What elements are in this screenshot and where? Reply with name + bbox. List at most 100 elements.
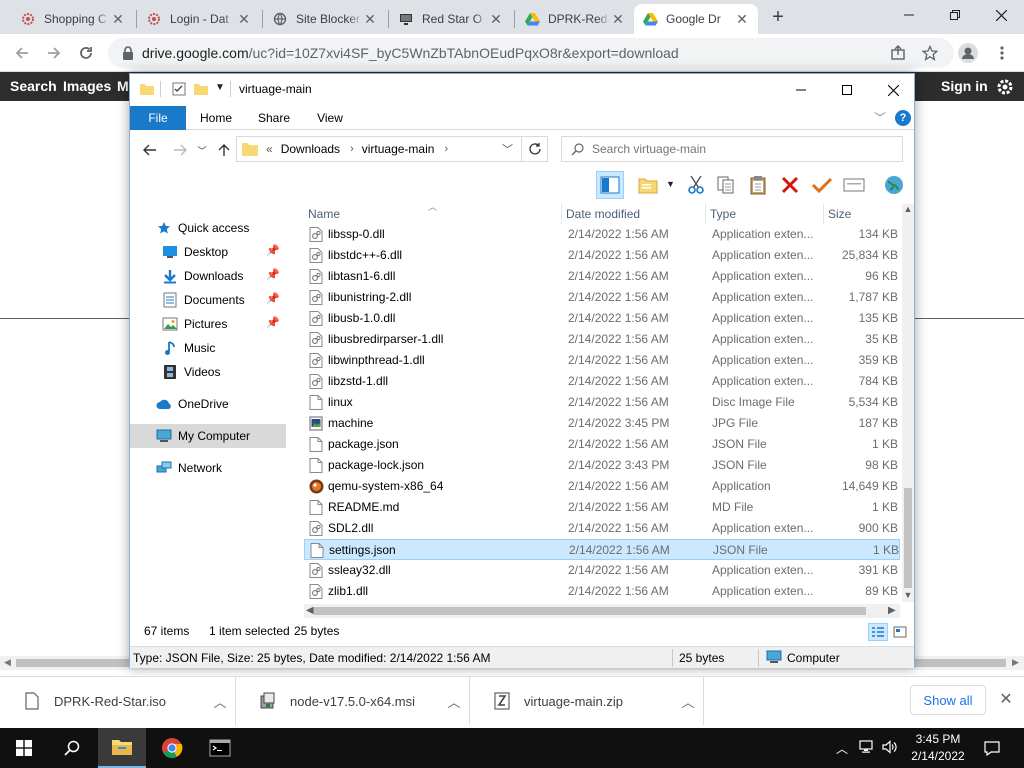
browser-tab-site-blocker[interactable]: Site Blocker ✕ (264, 4, 386, 34)
google-nav-more[interactable]: M (117, 72, 129, 101)
back-button[interactable] (8, 39, 36, 67)
column-date-modified[interactable]: Date modified (562, 204, 706, 224)
close-tab-icon[interactable]: ✕ (236, 11, 252, 28)
explorer-close-button[interactable] (870, 74, 916, 106)
properties-icon[interactable] (172, 82, 186, 96)
column-size[interactable]: Size (824, 204, 900, 224)
nav-quick-access[interactable]: Quick access (130, 216, 286, 240)
nav-network[interactable]: Network (130, 456, 286, 480)
new-folder-icon[interactable] (194, 82, 208, 96)
show-all-downloads-button[interactable]: Show all (910, 685, 986, 715)
chevron-up-icon[interactable]: ︿ (439, 692, 469, 711)
bookmark-star-icon[interactable] (916, 39, 944, 67)
file-row[interactable]: libusb-1.0.dll 2/14/2022 1:56 AM Applicati… (304, 308, 900, 329)
lock-icon[interactable] (120, 46, 136, 60)
browser-tab-login[interactable]: Login - Dat ✕ (138, 4, 260, 34)
rename-field-icon[interactable] (840, 171, 868, 199)
explorer-back-button[interactable] (140, 140, 160, 160)
refresh-button[interactable] (522, 136, 548, 162)
nav-desktop[interactable]: Desktop 📌 (130, 240, 286, 264)
file-row[interactable]: package.json 2/14/2022 1:56 AM JSON File 1 … (304, 434, 900, 455)
column-type[interactable]: Type (706, 204, 824, 224)
pin-icon[interactable]: 📌 (266, 292, 280, 305)
volume-icon[interactable] (882, 739, 898, 757)
taskbar-clock[interactable]: 3:45 PM 2/14/2022 (900, 731, 976, 765)
taskbar-search-icon[interactable] (48, 728, 96, 768)
delete-icon[interactable] (776, 171, 804, 199)
chevron-up-icon[interactable]: ︿ (836, 740, 848, 757)
taskbar-terminal-icon[interactable] (196, 728, 244, 768)
ribbon-tab-view[interactable]: View (306, 106, 354, 130)
close-download-shelf-icon[interactable]: ✕ (996, 689, 1016, 711)
nav-my-computer[interactable]: My Computer (130, 424, 286, 448)
properties-globe-icon[interactable] (880, 171, 908, 199)
chevron-right-icon[interactable]: › (444, 143, 448, 155)
breadcrumb-virtuage-main[interactable]: virtuage-main (362, 142, 435, 156)
ribbon-tab-home[interactable]: Home (192, 106, 240, 130)
explorer-forward-button[interactable] (170, 140, 190, 160)
explorer-minimize-button[interactable] (778, 74, 824, 106)
download-item-msi[interactable]: node-v17.5.0-x64.msi ︿ (236, 677, 470, 725)
close-tab-icon[interactable]: ✕ (362, 11, 378, 28)
browser-tab-google-drive[interactable]: Google Dr ✕ (634, 4, 758, 34)
search-input[interactable] (592, 142, 892, 156)
close-tab-icon[interactable]: ✕ (734, 11, 750, 28)
new-folder-dropdown-icon[interactable]: ▼ (666, 179, 675, 189)
close-tab-icon[interactable]: ✕ (110, 11, 126, 28)
file-row[interactable]: libssp-0.dll 2/14/2022 1:56 AM Application… (304, 224, 900, 245)
file-row[interactable]: SDL2.dll 2/14/2022 1:56 AM Application ext… (304, 518, 900, 539)
new-tab-button[interactable]: + (768, 6, 788, 28)
scroll-right-icon[interactable]: ▶ (888, 604, 896, 618)
browser-tab-shopping[interactable]: Shopping C ✕ (12, 4, 134, 34)
notifications-icon[interactable] (968, 728, 1016, 768)
profile-avatar[interactable] (954, 39, 982, 67)
browser-tab-red-star[interactable]: Red Star O ✕ (390, 4, 512, 34)
taskbar-chrome-icon[interactable] (148, 728, 196, 768)
forward-button[interactable] (40, 39, 68, 67)
close-tab-icon[interactable]: ✕ (610, 11, 626, 28)
column-name[interactable]: Name (304, 204, 562, 224)
file-row[interactable]: README.md 2/14/2022 1:56 AM MD File 1 KB (304, 497, 900, 518)
breadcrumb[interactable]: « Downloads › virtuage-main › ﹀ (236, 136, 522, 162)
chevron-right-icon[interactable]: › (350, 143, 354, 155)
scroll-left-icon[interactable]: ◀ (306, 604, 314, 618)
file-list-horizontal-scrollbar[interactable]: ◀ ▶ (304, 604, 900, 618)
more-menu-icon[interactable] (988, 39, 1016, 67)
ribbon-tab-file[interactable]: File (130, 106, 186, 130)
browser-minimize-button[interactable] (886, 0, 932, 30)
scroll-right-icon[interactable]: ▶ (1012, 657, 1019, 668)
nav-downloads[interactable]: Downloads 📌 (130, 264, 286, 288)
google-nav-search[interactable]: Search (10, 72, 57, 101)
up-one-level-button[interactable] (214, 140, 234, 160)
nav-videos[interactable]: Videos (130, 360, 286, 384)
nav-music[interactable]: Music (130, 336, 286, 360)
chevron-up-icon[interactable]: ︿ (673, 692, 703, 711)
help-icon[interactable]: ? (895, 110, 911, 126)
windows-start-icon[interactable] (0, 728, 48, 768)
paste-icon[interactable] (744, 171, 772, 199)
download-item-iso[interactable]: DPRK-Red-Star.iso ︿ (0, 677, 236, 725)
reload-button[interactable] (72, 39, 100, 67)
file-row[interactable]: machine 2/14/2022 3:45 PM JPG File 187 KB (304, 413, 900, 434)
cut-icon[interactable] (682, 171, 710, 199)
preview-pane-button[interactable] (596, 171, 624, 199)
file-row[interactable]: settings.json 2/14/2022 1:56 AM JSON File 1… (304, 539, 900, 560)
nav-pictures[interactable]: Pictures 📌 (130, 312, 286, 336)
copy-icon[interactable] (712, 171, 740, 199)
search-box[interactable] (561, 136, 903, 162)
file-row[interactable]: libzstd-1.dll 2/14/2022 1:56 AM Applicatio… (304, 371, 900, 392)
file-row[interactable]: libusbredirparser-1.dll 2/14/2022 1:56 AM… (304, 329, 900, 350)
pin-icon[interactable]: 📌 (266, 268, 280, 281)
pin-icon[interactable]: 📌 (266, 244, 280, 257)
share-icon[interactable] (884, 39, 912, 67)
file-row[interactable]: libwinpthread-1.dll 2/14/2022 1:56 AM Appl… (304, 350, 900, 371)
details-view-button[interactable] (868, 623, 888, 641)
browser-tab-dprk-red[interactable]: DPRK-Red- ✕ (516, 4, 634, 34)
nav-documents[interactable]: Documents 📌 (130, 288, 286, 312)
explorer-maximize-button[interactable] (824, 74, 870, 106)
close-tab-icon[interactable]: ✕ (488, 11, 504, 28)
file-row[interactable]: libtasn1-6.dll 2/14/2022 1:56 AM Applicati… (304, 266, 900, 287)
file-row[interactable]: libstdc++-6.dll 2/14/2022 1:56 AM Applicat… (304, 245, 900, 266)
taskbar-file-explorer-icon[interactable] (98, 728, 146, 768)
browser-restore-button[interactable] (932, 0, 978, 30)
